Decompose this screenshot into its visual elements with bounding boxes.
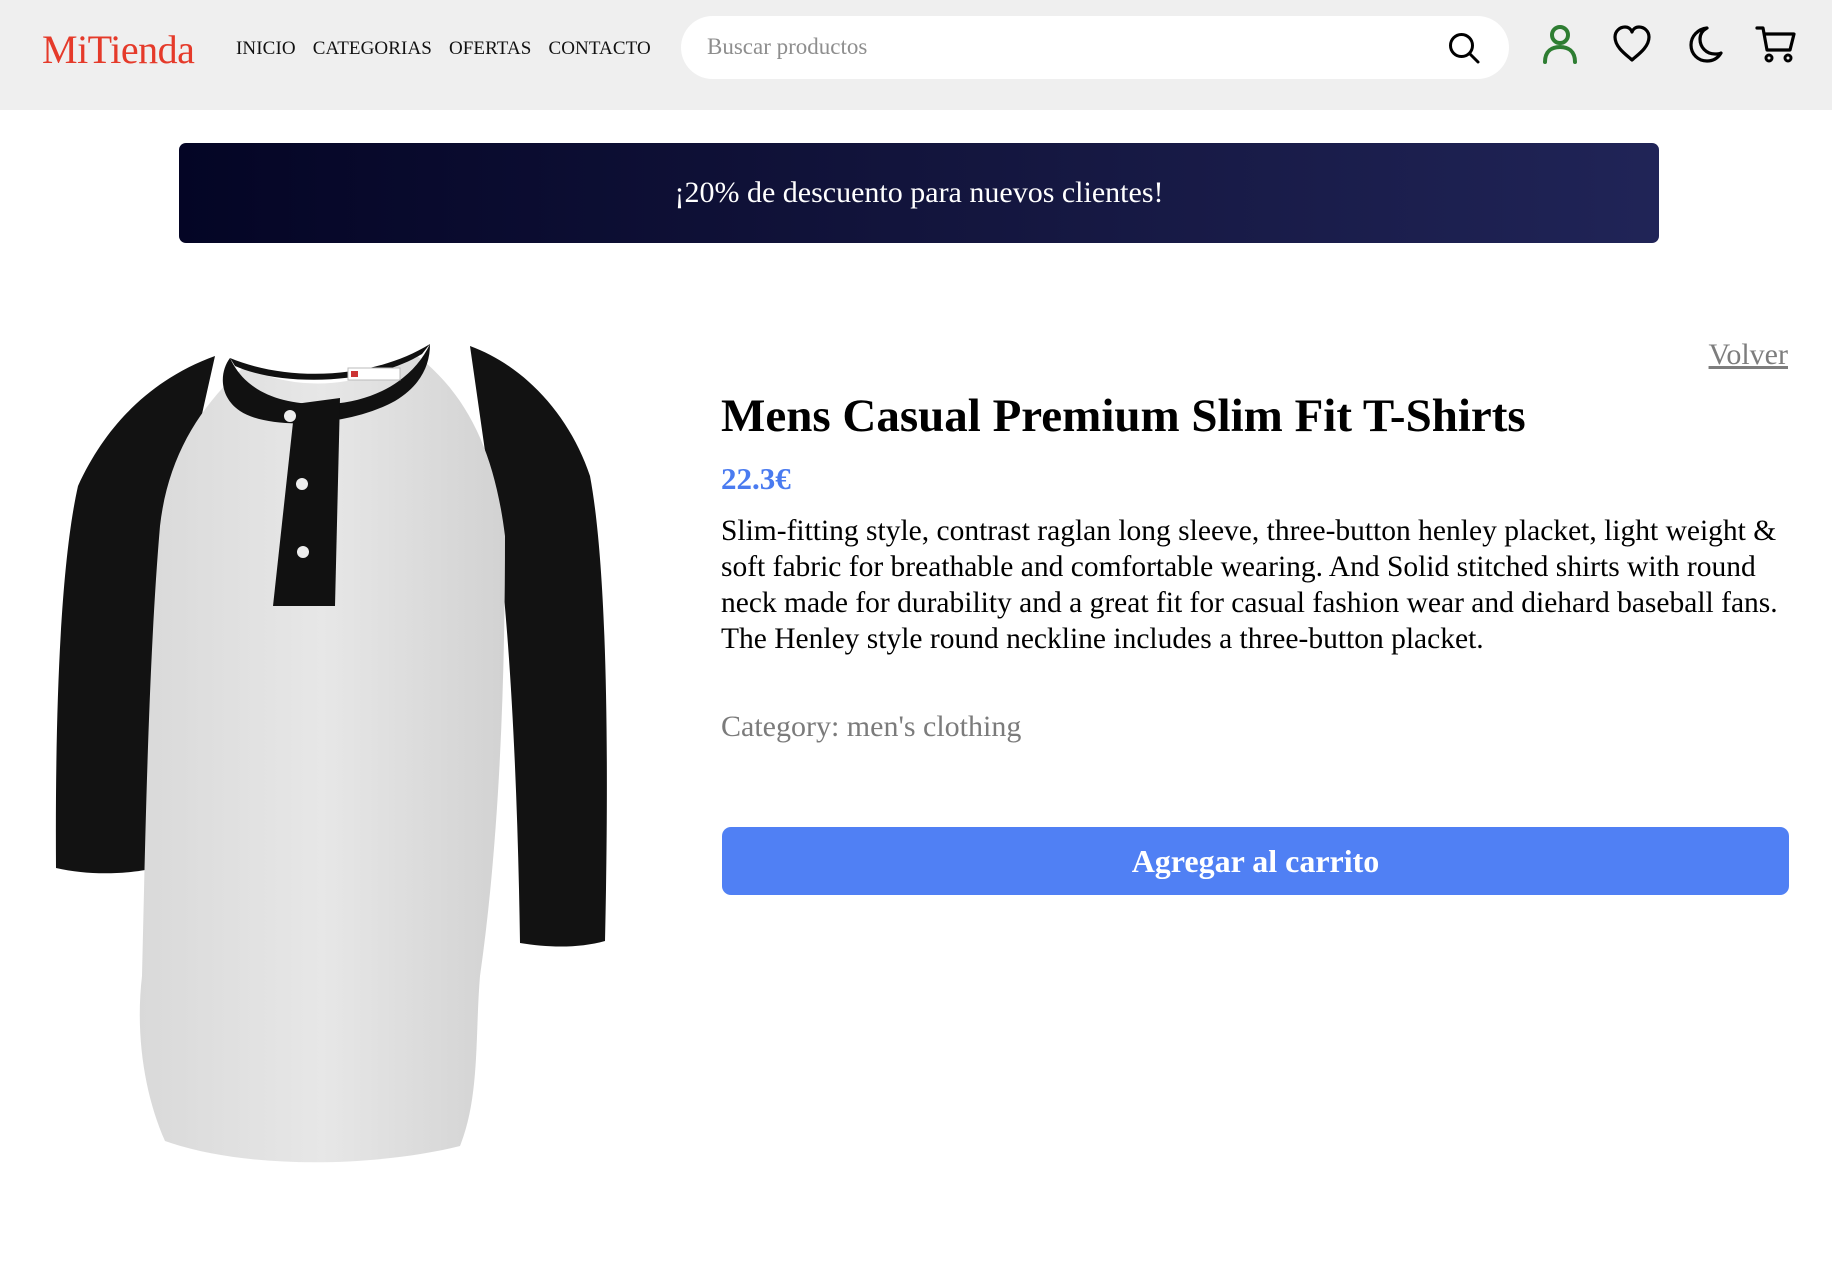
- nav-link-categorias[interactable]: CATEGORIAS: [313, 38, 432, 60]
- site-logo[interactable]: MiTienda: [42, 26, 195, 73]
- promo-text: ¡20% de descuento para nuevos clientes!: [674, 176, 1164, 209]
- user-icon[interactable]: [1538, 22, 1582, 66]
- search-icon[interactable]: [1447, 31, 1481, 65]
- product-description: Slim-fitting style, contrast raglan long…: [721, 515, 1778, 655]
- cart-icon[interactable]: [1754, 22, 1798, 66]
- moon-icon[interactable]: [1683, 22, 1727, 66]
- back-link[interactable]: Volver: [1709, 338, 1788, 372]
- product-title: Mens Casual Premium Slim Fit T-Shirts: [721, 390, 1526, 442]
- product-image: [55, 344, 607, 1163]
- product-price: 22.3€: [721, 461, 791, 496]
- search-bar: [681, 16, 1509, 79]
- search-input[interactable]: [707, 28, 1407, 66]
- promo-banner: ¡20% de descuento para nuevos clientes!: [179, 143, 1659, 243]
- heart-icon[interactable]: [1610, 22, 1654, 66]
- main-nav: INICIO CATEGORIAS OFERTAS CONTACTO: [236, 38, 651, 60]
- top-header: MiTienda INICIO CATEGORIAS OFERTAS CONTA…: [0, 0, 1832, 110]
- product-category: Category: men's clothing: [721, 710, 1022, 743]
- add-to-cart-button[interactable]: Agregar al carrito: [722, 827, 1789, 895]
- nav-link-inicio[interactable]: INICIO: [236, 38, 296, 60]
- nav-link-ofertas[interactable]: OFERTAS: [449, 38, 532, 60]
- nav-link-contacto[interactable]: CONTACTO: [548, 38, 650, 60]
